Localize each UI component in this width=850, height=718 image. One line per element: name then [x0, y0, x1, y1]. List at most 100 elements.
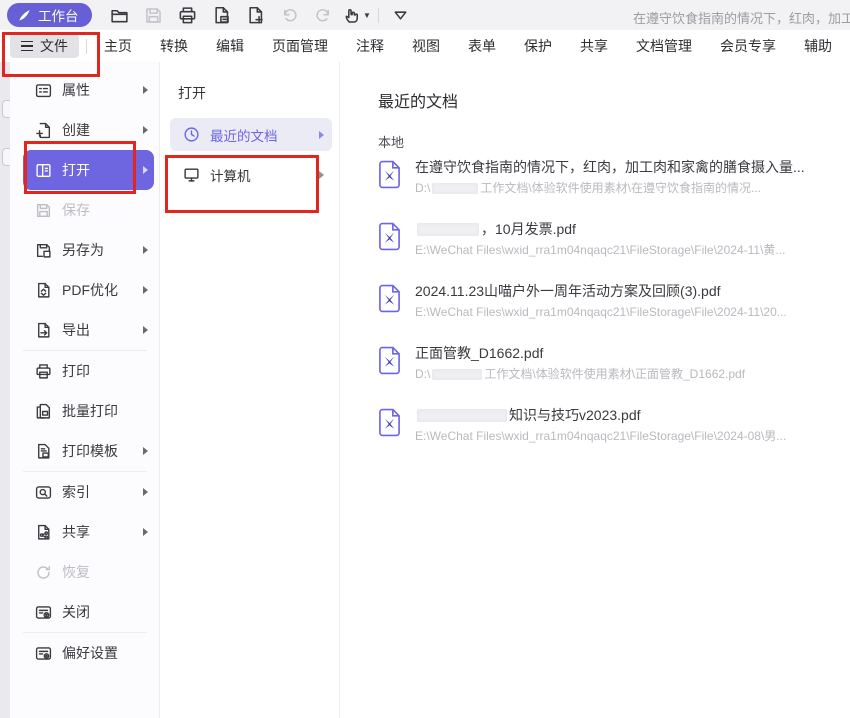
sharedoc-icon	[35, 524, 52, 541]
file-menu-item[interactable]: 创建	[23, 110, 154, 150]
recent-file-list: 在遵守饮食指南的情况下，红肉，加工肉和家禽的膳食摄入量... D:\ 工作文档\体验…	[378, 158, 850, 468]
ribbon-tab[interactable]: 表单	[454, 31, 510, 62]
file-menu-item[interactable]: 批量打印	[23, 391, 154, 431]
recent-file-item[interactable]: 2024.11.23山喵户外一周年活动方案及回顾(3).pdf E:\WeChat…	[378, 282, 850, 321]
ribbon-tab[interactable]: 转换	[146, 31, 202, 62]
ribbon-tab[interactable]: 会员专享	[706, 31, 790, 62]
open-icon	[35, 162, 52, 179]
file-menu-item[interactable]: 导出	[23, 310, 154, 350]
printer-icon	[35, 363, 52, 380]
open-panel-title: 打开	[178, 85, 206, 101]
file-menu-panel: 属性创建 打开保存另存为 PDF优化导出打印批量打印打印模板索引共享恢复关闭偏好设置	[10, 62, 160, 718]
monitor-icon	[183, 166, 200, 183]
submenu-arrow-icon	[143, 488, 148, 496]
ribbon-tab[interactable]: 注释	[342, 31, 398, 62]
file-menu-item[interactable]: 关闭	[23, 592, 154, 632]
ribbon-tab[interactable]: 页面管理	[258, 31, 342, 62]
file-path: D:\ 工作文档\体验软件使用素材\在遵守饮食指南的情况...	[415, 181, 762, 195]
workbench-button[interactable]: 工作台	[7, 3, 92, 27]
file-menu-item-label: 属性	[62, 82, 90, 98]
file-menu-item[interactable]: 打印模板	[23, 431, 154, 471]
pdf-file-icon	[378, 222, 401, 259]
file-menu-item-label: 偏好设置	[62, 645, 118, 661]
submenu-arrow-icon	[143, 528, 148, 536]
recent-file-item[interactable]: ，10月发票.pdf E:\WeChat Files\wxid_rra1m04nq…	[378, 220, 850, 259]
restore-icon	[35, 564, 52, 581]
submenu-arrow-icon	[319, 130, 324, 139]
file-menu-item-label: 关闭	[62, 604, 90, 620]
open-panel-item[interactable]: 最近的文档	[170, 118, 332, 151]
recent-file-item[interactable]: 正面管教_D1662.pdf D:\ 工作文档\体验软件使用素材\正面管教_D166…	[378, 344, 850, 383]
local-section-label: 本地	[378, 135, 405, 150]
hand-tool-button[interactable]: ▼	[340, 0, 374, 30]
redacted-text	[417, 409, 507, 422]
print-button[interactable]	[170, 0, 204, 30]
submenu-arrow-icon	[143, 246, 148, 254]
file-menu-item[interactable]: 属性	[23, 70, 154, 110]
submenu-arrow-icon	[143, 126, 148, 134]
chevron-down-icon	[391, 6, 410, 25]
more-tools-button[interactable]	[383, 0, 417, 30]
page-remove-button[interactable]	[204, 0, 238, 30]
file-menu-item[interactable]: 共享	[23, 512, 154, 552]
ribbon-tab[interactable]: 文档管理	[622, 31, 706, 62]
clock-icon	[183, 126, 200, 143]
folder-open-icon	[110, 6, 129, 25]
ribbon-tab[interactable]: 主页	[90, 31, 146, 62]
floppy-icon	[35, 202, 52, 219]
redacted-text	[432, 369, 483, 380]
underlying-sidebar-strip	[0, 62, 16, 718]
open-file-button[interactable]	[102, 0, 136, 30]
submenu-arrow-icon	[143, 86, 148, 94]
file-menu-item-label: 保存	[62, 202, 90, 218]
file-menu-item-label: 批量打印	[62, 403, 118, 419]
redo-icon	[314, 6, 333, 25]
open-panel-items: 最近的文档 计算机	[170, 118, 332, 198]
menu-bar: 文件 主页 转换 编辑 页面管理 注释 视图 表单 保护 共享 文档管理 会员专享 辅助	[0, 30, 850, 63]
printtpl-icon	[35, 443, 52, 460]
quill-icon	[17, 8, 32, 23]
page-add-button[interactable]	[238, 0, 272, 30]
redacted-text	[417, 223, 479, 236]
file-menu-item[interactable]: 打印	[23, 351, 154, 391]
page-remove-icon	[212, 6, 231, 25]
file-menu-item: 恢复	[23, 552, 154, 592]
file-title: 2024.11.23山喵户外一周年活动方案及回顾(3).pdf	[415, 283, 721, 299]
file-menu-item[interactable]: 偏好设置	[23, 633, 154, 673]
ribbon-tab[interactable]: 视图	[398, 31, 454, 62]
ribbon-tab[interactable]: 共享	[566, 31, 622, 62]
ribbon-tabs: 主页 转换 编辑 页面管理 注释 视图 表单 保护 共享 文档管理 会员专享 辅助	[90, 30, 846, 62]
file-path: E:\WeChat Files\wxid_rra1m04nqaqc21\File…	[415, 305, 787, 319]
file-info: 知识与技巧v2023.pdf E:\WeChat Files\wxid_rra1m…	[415, 406, 786, 445]
open-panel-item-label: 最近的文档	[210, 128, 278, 144]
file-menu-button[interactable]: 文件	[10, 34, 79, 58]
open-panel-item[interactable]: 计算机	[170, 158, 332, 191]
document-title: 在遵守饮食指南的情况下，红肉，加工	[633, 11, 850, 26]
file-path: E:\WeChat Files\wxid_rra1m04nqaqc21\File…	[415, 429, 787, 443]
file-menu-item[interactable]: 打开	[23, 150, 154, 190]
file-title: 正面管教_D1662.pdf	[415, 345, 544, 361]
batchprint-icon	[35, 403, 52, 420]
file-menu-item[interactable]: 索引	[23, 472, 154, 512]
submenu-arrow-icon	[143, 166, 148, 174]
file-menu-item[interactable]: PDF优化	[23, 270, 154, 310]
file-menu-item[interactable]: 另存为	[23, 230, 154, 270]
dropdown-caret-icon: ▼	[363, 10, 371, 20]
hamburger-icon	[21, 40, 33, 52]
file-menu-item-label: 共享	[62, 524, 90, 540]
closedoc-icon	[35, 604, 52, 621]
file-menu-item-label: 打印	[62, 363, 90, 379]
open-panel-item-label: 计算机	[210, 168, 251, 184]
ribbon-tab[interactable]: 保护	[510, 31, 566, 62]
recent-file-item[interactable]: 知识与技巧v2023.pdf E:\WeChat Files\wxid_rra1m…	[378, 406, 850, 445]
optimize-icon	[35, 282, 52, 299]
file-info: 在遵守饮食指南的情况下，红肉，加工肉和家禽的膳食摄入量... D:\ 工作文档\体验…	[415, 158, 805, 197]
file-menu-item-label: 另存为	[62, 242, 104, 258]
ribbon-tab[interactable]: 编辑	[202, 31, 258, 62]
file-menu-item-label: 打印模板	[62, 443, 118, 459]
recent-file-item[interactable]: 在遵守饮食指南的情况下，红肉，加工肉和家禽的膳食摄入量... D:\ 工作文档\体验…	[378, 158, 850, 197]
file-path: D:\ 工作文档\体验软件使用素材\正面管教_D1662.pdf	[415, 367, 746, 381]
ribbon-tab[interactable]: 辅助	[790, 31, 846, 62]
file-menu-item-label: 导出	[62, 322, 90, 338]
pdf-file-icon	[378, 160, 401, 197]
